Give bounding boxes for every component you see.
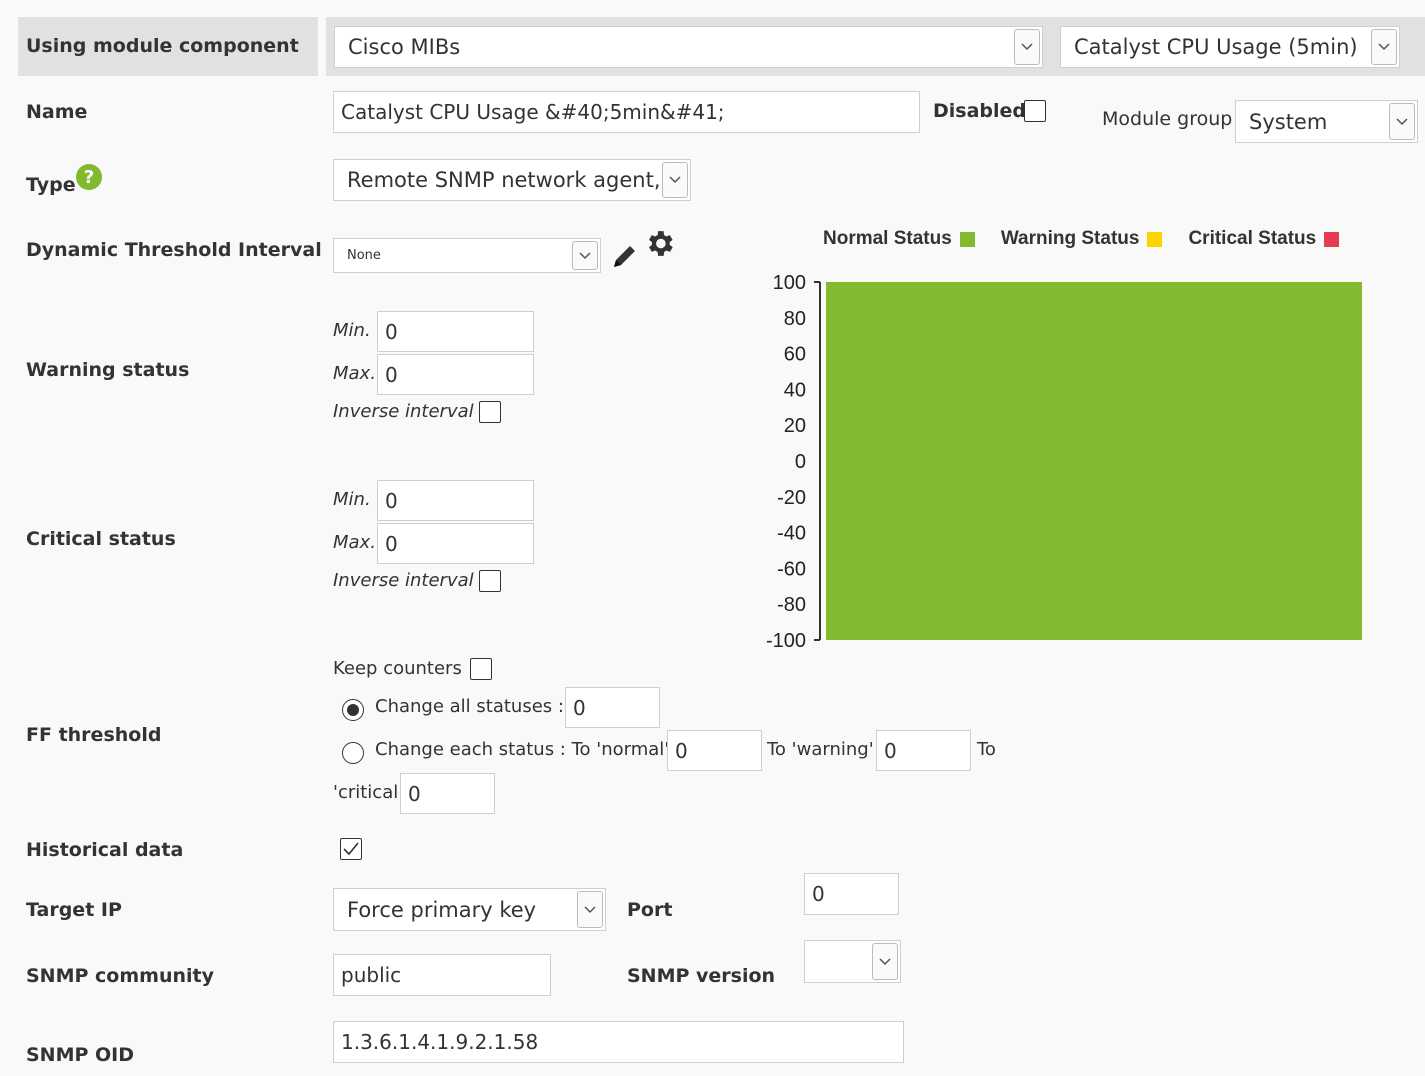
- name-input[interactable]: Catalyst CPU Usage &#40;5min&#41;: [333, 91, 920, 133]
- warning-inverse-label: Inverse interval: [333, 401, 474, 422]
- y-tick-label: -80: [777, 594, 806, 616]
- disabled-checkbox[interactable]: [1024, 100, 1046, 122]
- legend-critical-swatch: [1324, 231, 1340, 247]
- to-critical-input[interactable]: 0: [400, 773, 495, 814]
- chevron-down-icon: [1014, 29, 1040, 65]
- legend-normal-label: Normal Status: [823, 228, 952, 249]
- change-all-radio[interactable]: [342, 699, 364, 721]
- keep-counters-checkbox[interactable]: [470, 658, 492, 680]
- dynamic-threshold-label: Dynamic Threshold Interval: [26, 239, 322, 261]
- snmp-community-label: SNMP community: [26, 965, 214, 987]
- chevron-down-icon: [572, 241, 598, 270]
- critical-max-input[interactable]: 0: [377, 523, 534, 564]
- name-label: Name: [26, 101, 88, 123]
- warning-inverse-checkbox[interactable]: [479, 401, 501, 423]
- y-tick-label: 100: [773, 272, 806, 294]
- dynamic-threshold-select-value: None: [347, 248, 381, 263]
- critical-min-label: Min.: [333, 489, 371, 510]
- y-tick-label: -100: [766, 630, 806, 652]
- gear-icon[interactable]: [643, 227, 676, 260]
- legend-critical-label: Critical Status: [1188, 228, 1317, 249]
- target-ip-select-value: Force primary key: [347, 897, 537, 922]
- ff-threshold-label: FF threshold: [26, 724, 162, 746]
- type-select-value: Remote SNMP network agent,: [347, 168, 661, 192]
- legend-warning-label: Warning Status: [1000, 228, 1140, 249]
- snmp-oid-input[interactable]: 1.3.6.1.4.1.9.2.1.58: [333, 1021, 904, 1063]
- change-all-input[interactable]: 0: [565, 687, 660, 728]
- to-normal-input[interactable]: 0: [667, 730, 762, 771]
- disabled-label: Disabled: [933, 100, 1027, 122]
- port-input[interactable]: 0: [804, 873, 899, 915]
- y-tick-label: 20: [784, 415, 806, 437]
- y-tick-label: 80: [784, 308, 806, 330]
- pencil-icon[interactable]: [609, 240, 639, 270]
- module-group-label: Module group: [1102, 108, 1233, 130]
- warning-min-label: Min.: [333, 320, 371, 341]
- historical-data-checkbox[interactable]: [340, 838, 362, 860]
- chevron-down-icon: [1389, 103, 1415, 140]
- chevron-down-icon: [662, 162, 688, 198]
- port-label: Port: [627, 899, 673, 921]
- status-region-normal: [826, 282, 1362, 640]
- chevron-down-icon: [872, 943, 898, 980]
- chevron-down-icon: [1371, 29, 1397, 65]
- target-ip-label: Target IP: [26, 899, 122, 921]
- change-all-label: Change all statuses :: [375, 696, 564, 717]
- snmp-oid-label: SNMP OID: [26, 1044, 135, 1066]
- module-select-value: Catalyst CPU Usage (5min): [1074, 35, 1358, 59]
- y-tick-label: -20: [777, 487, 806, 509]
- critical-status-label: Critical status: [26, 528, 176, 550]
- to-warning-label: To 'warning': [767, 739, 874, 760]
- warning-status-label: Warning status: [26, 359, 190, 381]
- to-warning-input[interactable]: 0: [876, 730, 971, 771]
- y-tick-label: -60: [777, 558, 806, 580]
- module-group-select-value: System: [1249, 109, 1328, 134]
- target-ip-select[interactable]: Force primary key: [333, 888, 606, 931]
- module-select[interactable]: Catalyst CPU Usage (5min): [1060, 26, 1400, 68]
- warning-max-label: Max.: [333, 363, 376, 384]
- snmp-community-input[interactable]: public: [333, 954, 551, 996]
- change-each-label: Change each status : To 'normal': [375, 739, 670, 760]
- help-icon[interactable]: ?: [76, 164, 102, 190]
- y-tick-label: 60: [784, 344, 806, 366]
- component-select[interactable]: Cisco MIBs: [334, 26, 1043, 68]
- keep-counters-label: Keep counters: [333, 658, 462, 679]
- chart-legend: Normal Status Warning Status Critical St…: [823, 228, 1340, 250]
- chevron-down-icon: [577, 891, 603, 928]
- type-select[interactable]: Remote SNMP network agent,: [333, 159, 691, 201]
- critical-inverse-checkbox[interactable]: [479, 570, 501, 592]
- y-tick-label: -40: [777, 523, 806, 545]
- critical-max-label: Max.: [333, 532, 376, 553]
- warning-max-input[interactable]: 0: [377, 354, 534, 395]
- snmp-version-label: SNMP version: [627, 965, 776, 987]
- using-module-component-label: Using module component: [26, 35, 299, 57]
- warning-min-input[interactable]: 0: [377, 311, 534, 352]
- dynamic-threshold-select[interactable]: None: [333, 238, 601, 273]
- critical-min-input[interactable]: 0: [377, 480, 534, 521]
- checkmark-icon: [343, 842, 359, 856]
- y-tick-label: 40: [784, 379, 806, 401]
- critical-inverse-label: Inverse interval: [333, 570, 474, 591]
- change-each-radio[interactable]: [342, 742, 364, 764]
- status-chart: 100 80 60 40 20 0 -20 -40 -60 -80 -100: [766, 272, 1362, 652]
- component-select-value: Cisco MIBs: [348, 35, 461, 59]
- radio-selected-dot: [347, 704, 359, 716]
- module-group-select[interactable]: System: [1235, 100, 1418, 143]
- y-tick-label: 0: [795, 451, 806, 473]
- critical-quote-label: 'critical': [333, 782, 404, 803]
- legend-normal-swatch: [959, 231, 975, 247]
- legend-warning-swatch: [1147, 231, 1163, 247]
- historical-data-label: Historical data: [26, 839, 184, 861]
- to-critical-prefix: To: [977, 739, 996, 760]
- snmp-version-select[interactable]: [804, 940, 901, 983]
- type-label: Type: [26, 174, 76, 196]
